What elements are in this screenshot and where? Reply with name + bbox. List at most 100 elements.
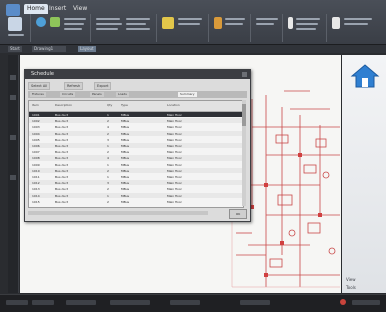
cell-description: Bus duct xyxy=(55,168,69,173)
tab-insert[interactable]: Insert xyxy=(46,4,69,14)
select-all-button[interactable]: Select All xyxy=(28,82,51,90)
cell-description: Bus duct xyxy=(55,181,69,186)
palette-tool[interactable] xyxy=(10,135,16,140)
column-header-location[interactable]: Location xyxy=(167,103,180,107)
panel-label-view: View xyxy=(346,277,356,282)
table-row[interactable]: 1003 Bus duct 4 MBus Main floor xyxy=(29,124,243,129)
cell-description: Bus duct xyxy=(55,193,69,198)
table-row[interactable]: 1007 Bus duct 2 MBus Main floor xyxy=(29,149,243,154)
status-item[interactable] xyxy=(352,300,380,305)
status-item[interactable] xyxy=(66,300,96,305)
ribbon-group-properties xyxy=(284,14,327,42)
cell-description: Bus duct xyxy=(55,125,69,130)
cell-qty: 4 xyxy=(107,125,109,130)
status-item[interactable] xyxy=(170,300,200,305)
table-scrollbar[interactable] xyxy=(242,100,246,206)
cell-description: Bus duct xyxy=(55,137,69,142)
cell-location: Main floor xyxy=(167,125,182,130)
tab-home[interactable]: Home xyxy=(24,4,48,14)
cell-item: 1010 xyxy=(32,168,40,173)
tab-summary[interactable]: Summary xyxy=(178,92,197,97)
cell-location: Main floor xyxy=(167,168,182,173)
cell-item: 1012 xyxy=(32,181,40,186)
table-row[interactable]: 1002 Bus duct 2 MBus Main floor xyxy=(29,118,243,124)
tab-panels[interactable]: Panels xyxy=(90,92,104,97)
cell-qty: 1 xyxy=(107,144,109,148)
close-icon[interactable] xyxy=(242,72,247,77)
cell-description: Bus duct xyxy=(55,175,69,179)
status-item[interactable] xyxy=(110,300,150,305)
table-row[interactable]: 1015 Bus duct 2 MBus Main floor xyxy=(29,199,243,204)
ribbon-group-modify xyxy=(92,14,157,42)
table-row[interactable]: 1008 Bus duct 4 MBus Main floor xyxy=(29,155,243,161)
tab-fixtures[interactable]: Fixtures xyxy=(30,92,46,97)
paste-icon[interactable] xyxy=(8,17,22,31)
status-item[interactable] xyxy=(32,300,54,305)
dialog-titlebar[interactable]: Schedule xyxy=(25,70,250,79)
export-button[interactable]: Export xyxy=(94,82,112,90)
column-header-description[interactable]: Description xyxy=(55,103,72,107)
palette-tool[interactable] xyxy=(10,175,16,180)
cell-item: 1001 xyxy=(32,113,40,117)
properties-icon[interactable] xyxy=(288,17,293,29)
ok-button[interactable]: OK xyxy=(229,209,247,219)
dialog-footer: OK xyxy=(28,209,247,219)
dialog-toolbar: Select All Refresh Export xyxy=(28,82,247,90)
table-row[interactable]: 1010 Bus duct 2 MBus Main floor xyxy=(29,167,243,173)
palette-tool[interactable] xyxy=(10,95,16,100)
doc-tab-layout[interactable]: Layout xyxy=(78,46,96,52)
ribbon-group-layers xyxy=(210,14,251,42)
cell-type: MBus xyxy=(121,181,130,186)
draw-icon[interactable] xyxy=(50,17,60,27)
cell-description: Bus duct xyxy=(55,131,69,136)
cell-item: 1004 xyxy=(32,131,40,136)
cell-item: 1014 xyxy=(32,193,40,198)
status-item[interactable] xyxy=(240,300,270,305)
cell-description: Bus duct xyxy=(55,156,69,161)
column-header-qty[interactable]: Qty xyxy=(107,103,112,107)
table-row[interactable]: 1014 Bus duct 1 MBus Main floor xyxy=(29,192,243,198)
cell-item: 1002 xyxy=(32,119,40,124)
cell-type: MBus xyxy=(121,150,130,155)
tab-circuits[interactable]: Circuits xyxy=(60,92,76,97)
table-row[interactable]: 1001 Bus duct 1 MBus Main floor xyxy=(29,112,243,118)
table-row[interactable]: 1009 Bus duct 1 MBus Main floor xyxy=(29,162,243,167)
palette-tool[interactable] xyxy=(10,75,16,80)
scrollbar-thumb[interactable] xyxy=(242,104,246,126)
table-row[interactable]: 1011 Bus duct 1 MBus Main floor xyxy=(29,174,243,179)
tab-loads[interactable]: Loads xyxy=(116,92,129,97)
tab-view[interactable]: View xyxy=(70,4,90,14)
cell-location: Main floor xyxy=(167,150,182,155)
doc-tab-start[interactable]: Start xyxy=(8,46,22,52)
cell-description: Bus duct xyxy=(55,187,69,192)
cell-location: Main floor xyxy=(167,175,182,179)
column-header-item[interactable]: Item xyxy=(32,103,39,107)
status-bar xyxy=(0,294,386,312)
status-item[interactable] xyxy=(6,300,28,305)
refresh-button[interactable]: Refresh xyxy=(64,82,84,90)
home-icon[interactable] xyxy=(350,63,380,89)
right-panel: View Tools xyxy=(342,55,386,293)
cell-description: Bus duct xyxy=(55,199,69,204)
table-row[interactable]: 1006 Bus duct 1 MBus Main floor xyxy=(29,143,243,149)
column-header-type[interactable]: Type xyxy=(121,103,128,107)
cell-location: Main floor xyxy=(167,199,182,204)
table-row[interactable]: 1012 Bus duct 3 MBus Main floor xyxy=(29,180,243,186)
horizontal-scrollbar[interactable] xyxy=(28,211,208,215)
cell-item: 1007 xyxy=(32,150,40,155)
doc-tab-drawing1[interactable]: Drawing1 xyxy=(32,46,66,52)
table-row[interactable]: 1005 Bus duct 3 MBus Main floor xyxy=(29,137,243,142)
layers-icon[interactable] xyxy=(214,17,222,29)
utilities-icon[interactable] xyxy=(332,17,340,29)
alert-icon[interactable] xyxy=(340,299,346,305)
app-window: Home Insert View Start Drawing1 Layout V… xyxy=(0,0,386,312)
globe-icon[interactable] xyxy=(36,17,46,27)
cell-qty: 2 xyxy=(107,199,109,204)
ribbon: Home Insert View xyxy=(0,0,386,45)
table-row[interactable]: 1013 Bus duct 2 MBus Main floor xyxy=(29,186,243,191)
folder-icon[interactable] xyxy=(162,17,174,29)
table-row[interactable]: 1004 Bus duct 2 MBus Main floor xyxy=(29,130,243,136)
cell-location: Main floor xyxy=(167,187,182,192)
cell-location: Main floor xyxy=(167,119,182,124)
schedule-dialog: Schedule Select All Refresh Export Fixtu… xyxy=(24,69,251,222)
